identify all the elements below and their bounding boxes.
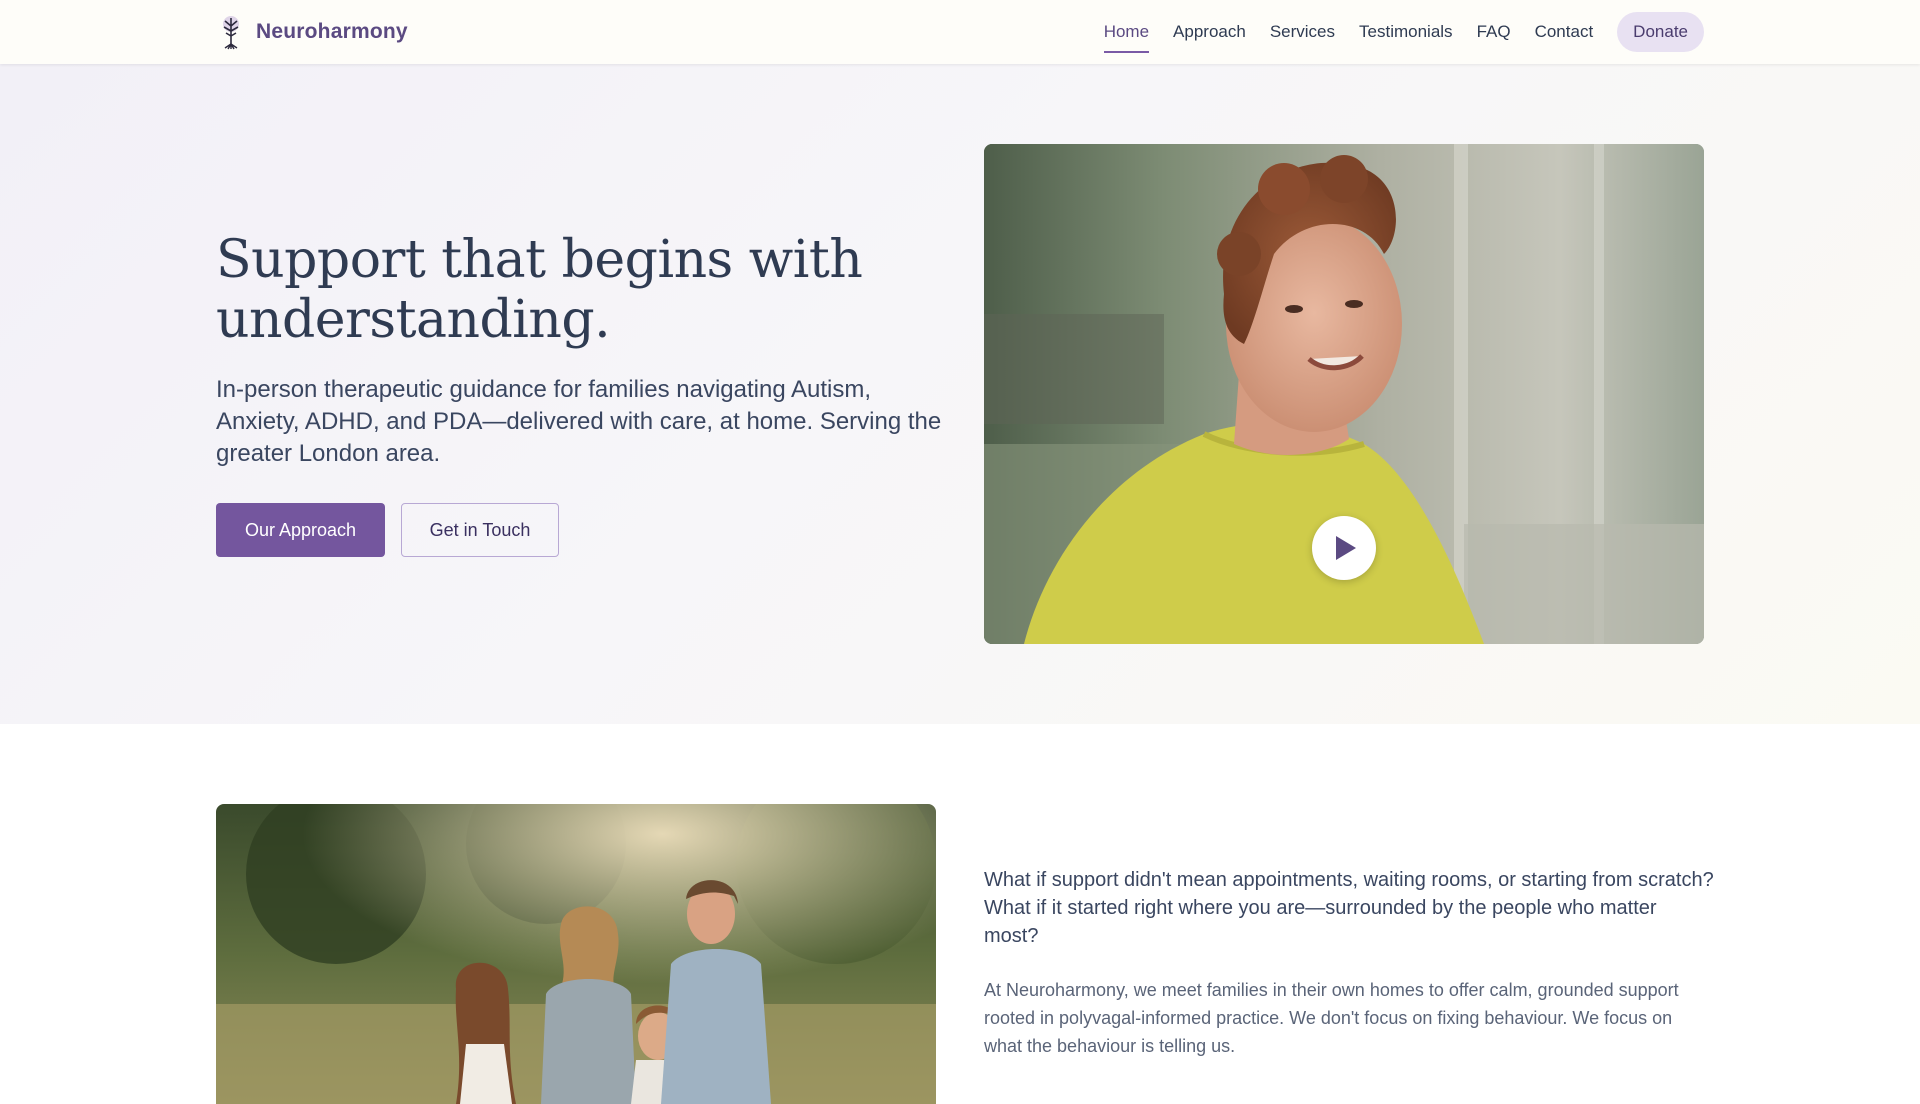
tree-of-life-icon [223,16,239,50]
brand-name: Neuroharmony [256,20,408,43]
nav-home[interactable]: Home [1103,12,1150,53]
hero-section: Support that begins with understanding. … [0,64,1920,724]
our-approach-button[interactable]: Our Approach [216,503,385,557]
hero-video[interactable] [984,144,1704,644]
play-icon [1336,536,1356,560]
main-menu: Home Approach Services Testimonials FAQ … [1080,12,1704,53]
family-photo-image [216,804,936,1104]
intro-body-text: At Neuroharmony, we meet families in the… [984,980,1679,1056]
nav-contact[interactable]: Contact [1535,12,1594,52]
donate-button[interactable]: Donate [1617,12,1704,52]
top-navigation: Neuroharmony Home Approach Services Test… [0,0,1920,64]
family-photo [216,804,936,1104]
nav-approach[interactable]: Approach [1173,12,1246,52]
hero-subtitle: In-person therapeutic guidance for famil… [216,376,942,467]
get-in-touch-button[interactable]: Get in Touch [401,503,559,557]
intro-lead-text: What if support didn't mean appointments… [984,869,1714,947]
brand-home-link[interactable]: Neuroharmony [216,14,408,50]
hero-title: Support that begins with understanding. [216,230,863,350]
nav-faq[interactable]: FAQ [1477,12,1511,52]
nav-testimonials[interactable]: Testimonials [1359,12,1453,52]
play-video-button[interactable] [1312,516,1376,580]
nav-services[interactable]: Services [1270,12,1335,52]
